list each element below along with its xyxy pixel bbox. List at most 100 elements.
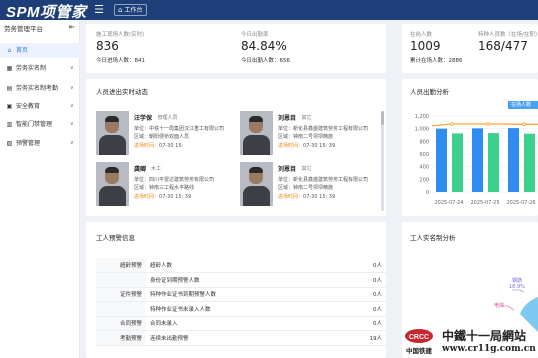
watermark-title: 中鐵十一局網站 bbox=[442, 329, 527, 343]
time-label: 进场时间： bbox=[278, 194, 304, 200]
warning-row: 特种作业证书未录入人数 0人 bbox=[96, 301, 386, 317]
sidebar-item-label: 安全教育 bbox=[16, 103, 41, 110]
y-tick-label: 400 bbox=[419, 165, 429, 171]
sidebar-item-label: 预警管理 bbox=[16, 140, 41, 147]
sidebar-item[interactable]: ▦ 劳务实名制 ∨ bbox=[0, 61, 80, 76]
home-icon: ⌂ bbox=[118, 6, 123, 14]
live-movement-title: 人员进出实时动态 bbox=[96, 88, 148, 96]
attendance-rate-value: 84.84% bbox=[241, 39, 287, 53]
time-value: 07-30 15: bbox=[159, 143, 184, 149]
sidebar-item[interactable]: ▧ 预警管理 ∨ bbox=[0, 136, 80, 151]
person-zone: 区域：钟南二号坝坝精施 bbox=[278, 134, 334, 140]
warning-item: 身份证到期预警人数 bbox=[146, 272, 341, 288]
warning-value[interactable]: 0人 bbox=[341, 272, 386, 288]
warning-item: 特种作业证书未录入人数 bbox=[146, 301, 341, 317]
book-icon: ▣ bbox=[6, 103, 13, 110]
time-label: 进场时间： bbox=[278, 143, 304, 149]
person-time: 进场时间：07-30 15: 39 bbox=[134, 193, 191, 200]
warning-value[interactable]: 19人 bbox=[341, 330, 386, 346]
x-tick-label: 2025-07-25 bbox=[470, 200, 499, 206]
person-unit: 单位：中铁十一局集团汉江重工有限公司 bbox=[134, 126, 225, 132]
warning-row: 超龄预警 超龄人数 0人 bbox=[96, 258, 386, 273]
sidebar-item[interactable]: ▣ 安全教育 ∨ bbox=[0, 99, 80, 114]
sidebar-item[interactable]: ▤ 劳务实名制考勤 ∨ bbox=[0, 81, 80, 96]
sidebar-item[interactable]: ▥ 智能门禁管理 ∨ bbox=[0, 117, 80, 132]
home-icon: ⌂ bbox=[7, 47, 12, 54]
site-count-label: 施工现场人数(实时) bbox=[96, 32, 145, 38]
watermark-url: www.cr11g.com.cn bbox=[442, 344, 536, 354]
warning-item: 超龄人数 bbox=[146, 258, 341, 273]
person-zone: 区域：朝阳便桥双面人员 bbox=[134, 134, 190, 140]
alert-icon: ▧ bbox=[6, 140, 13, 147]
attendance-rate-label: 今日出勤率 bbox=[241, 32, 269, 38]
person-name: 龚卿 bbox=[134, 166, 147, 173]
person-photo bbox=[96, 162, 129, 206]
today-entry-count: 今日进场人数：841 bbox=[96, 58, 145, 64]
chevron-down-icon: ∨ bbox=[70, 65, 74, 71]
person-name: 刘恩目 bbox=[278, 166, 297, 173]
warning-value[interactable]: 0人 bbox=[341, 287, 386, 302]
bar bbox=[436, 128, 447, 192]
person-role: 其它 bbox=[301, 166, 312, 172]
bar bbox=[508, 128, 519, 192]
person-entry[interactable]: 刘恩目 其它 单位：新化县鑫盛建筑劳务工程有限公司 区域：钟南二号坝坝精施 进场时间：0… bbox=[240, 162, 370, 212]
person-zone: 区域：钟南二号坝坝精施 bbox=[278, 185, 334, 191]
live-scrollbar[interactable] bbox=[381, 111, 384, 211]
sidebar-item[interactable]: ⌂ 首页 bbox=[0, 43, 80, 58]
time-value: 07-30 15: 39 bbox=[303, 194, 336, 200]
warning-category bbox=[96, 301, 146, 317]
bar bbox=[488, 133, 499, 192]
bar bbox=[452, 133, 463, 192]
person-entry[interactable]: 刘恩目 其它 单位：新化县鑫盛建筑劳务工程有限公司 区域：钟南二号坝坝精施 进场时间：0… bbox=[240, 111, 370, 161]
sidebar-item-label: 劳务实名制考勤 bbox=[16, 85, 59, 92]
app-logo: SPM项管家 bbox=[6, 4, 87, 21]
person-unit: 单位：新化县鑫盛建筑劳务工程有限公司 bbox=[278, 126, 369, 132]
time-value: 07-30 15: 39 bbox=[303, 143, 336, 149]
onsite-value: 1009 bbox=[410, 39, 441, 53]
warning-row: 考勤预警 连续未出勤预警 19人 bbox=[96, 330, 386, 346]
person-entry[interactable]: 龚卿 木工 单位：四川平雷达建筑劳务有限公司 区域：钟南三工程水平路线 进场时间：07-… bbox=[96, 162, 226, 212]
person-zone: 区域：钟南三工程水平路线 bbox=[134, 185, 195, 191]
warning-row: 身份证到期预警人数 0人 bbox=[96, 272, 386, 288]
warning-category bbox=[96, 272, 146, 288]
warning-value[interactable]: 0人 bbox=[341, 258, 386, 273]
special-workers-label: 特种人员数（在场/在职） bbox=[478, 32, 538, 38]
y-tick-label: 600 bbox=[419, 152, 429, 158]
platform-title: 劳务管理平台 bbox=[4, 25, 43, 33]
x-tick-label: 2025-07-26 bbox=[506, 200, 535, 206]
trend-point bbox=[486, 122, 490, 126]
y-tick-label: 1,000 bbox=[415, 127, 429, 133]
scrollbar-thumb[interactable] bbox=[381, 111, 384, 125]
menu-toggle-icon[interactable]: ☰ bbox=[92, 3, 106, 17]
person-photo bbox=[240, 162, 273, 206]
onsite-stats-card: 在岗人数 1009 累计在场人数：2886 特种人员数（在场/在职） 168/4… bbox=[402, 24, 538, 73]
y-tick-label: 1,200 bbox=[415, 114, 429, 120]
top-bar: SPM项管家 ☰ ⌂ 工作台 bbox=[0, 0, 538, 21]
chevron-down-icon: ∨ bbox=[70, 121, 74, 127]
collapse-sidebar-icon[interactable]: ⇤ bbox=[69, 23, 75, 31]
watermark: CRCC 中鐵十一局網站 中国铁建 www.cr11g.com.cn bbox=[402, 326, 538, 358]
warning-table: 超龄预警 超龄人数 0人 身份证到期预警人数 0人 证件预警 特种作业证书到期预警人数 0人特… bbox=[96, 258, 386, 346]
special-workers-value: 168/477 bbox=[478, 39, 528, 53]
warning-item: 特种作业证书到期预警人数 bbox=[146, 287, 341, 302]
pie-leader-weld bbox=[502, 305, 515, 311]
warning-row: 证件预警 特种作业证书到期预警人数 0人 bbox=[96, 287, 386, 302]
warning-value[interactable]: 0人 bbox=[341, 316, 386, 331]
warning-title: 工人预警信息 bbox=[96, 234, 135, 242]
y-tick-label: 800 bbox=[419, 139, 429, 145]
legend-label: 在场人数 bbox=[511, 102, 532, 108]
warning-value[interactable]: 0人 bbox=[341, 301, 386, 317]
attendance-chart-title: 人员出勤分析 bbox=[410, 88, 449, 96]
chart-legend[interactable]: 在场人数 bbox=[508, 101, 538, 109]
person-time: 进场时间：07-30 15: 39 bbox=[278, 142, 335, 149]
gate-icon: ▥ bbox=[6, 121, 13, 128]
chevron-down-icon: ∨ bbox=[70, 85, 74, 91]
workbench-tab[interactable]: ⌂ 工作台 bbox=[114, 4, 148, 16]
person-entry[interactable]: 汪学保 管理人员 单位：中铁十一局集团汉江重工有限公司 区域：朝阳便桥双面人员 进场时间… bbox=[96, 111, 226, 161]
person-photo bbox=[240, 111, 273, 155]
trend-point bbox=[450, 122, 454, 126]
trend-line bbox=[431, 123, 538, 127]
cumulative-count: 累计在场人数：2886 bbox=[410, 58, 463, 64]
warning-category: 合同预警 bbox=[96, 316, 146, 331]
site-count-value: 836 bbox=[96, 39, 119, 53]
